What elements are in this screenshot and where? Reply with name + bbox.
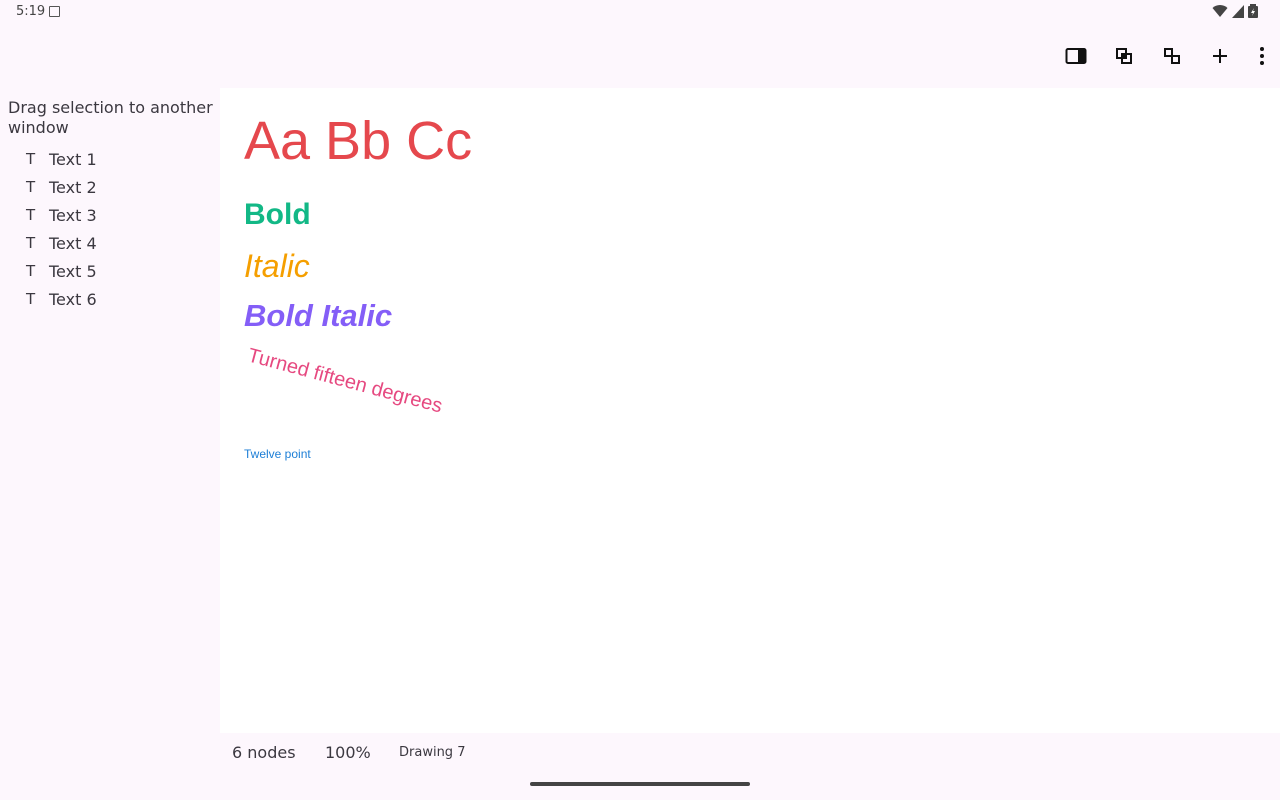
layers-sidebar: Drag selection to another window T Text … — [0, 88, 220, 733]
panel-toggle-button[interactable] — [1052, 36, 1100, 76]
text-node-icon: T — [26, 206, 36, 224]
node-label: Text 5 — [49, 261, 97, 281]
notification-icon — [49, 6, 60, 17]
more-options-button[interactable] — [1244, 36, 1280, 76]
add-button[interactable] — [1196, 36, 1244, 76]
canvas-text-4[interactable]: Bold Italic — [244, 298, 392, 334]
text-node-icon: T — [26, 150, 36, 168]
node-label: Text 2 — [49, 177, 97, 197]
panel-toggle-icon — [1065, 48, 1087, 64]
more-vert-icon — [1260, 47, 1264, 65]
node-list: T Text 1 T Text 2 T Text 3 T Text 4 T Te… — [0, 145, 220, 313]
gesture-home-bar[interactable] — [530, 782, 750, 786]
zoom-level[interactable]: 100% — [325, 743, 371, 762]
node-list-item-text-1[interactable]: T Text 1 — [0, 145, 220, 173]
drawing-canvas[interactable]: Aa Bb Cc Bold Italic Bold Italic Turned … — [220, 88, 1280, 733]
canvas-text-3[interactable]: Italic — [244, 248, 310, 285]
node-list-item-text-2[interactable]: T Text 2 — [0, 173, 220, 201]
wifi-icon — [1212, 5, 1228, 18]
canvas-text-2[interactable]: Bold — [244, 198, 311, 232]
group-button[interactable] — [1100, 36, 1148, 76]
ungroup-icon — [1164, 48, 1180, 64]
sidebar-hint: Drag selection to another window — [8, 98, 213, 137]
node-list-item-text-6[interactable]: T Text 6 — [0, 285, 220, 313]
ungroup-button[interactable] — [1148, 36, 1196, 76]
node-list-item-text-3[interactable]: T Text 3 — [0, 201, 220, 229]
drawing-name: Drawing 7 — [399, 745, 466, 760]
status-icons — [1212, 4, 1258, 18]
node-label: Text 4 — [49, 233, 97, 253]
text-node-icon: T — [26, 234, 36, 252]
add-icon — [1213, 49, 1227, 63]
canvas-text-1[interactable]: Aa Bb Cc — [244, 110, 472, 172]
text-node-icon: T — [26, 262, 36, 280]
canvas-text-6[interactable]: Twelve point — [244, 447, 311, 461]
node-count: 6 nodes — [232, 743, 296, 762]
text-node-icon: T — [26, 290, 36, 308]
status-bar: 5:19 — [0, 0, 1280, 24]
node-label: Text 1 — [49, 149, 97, 169]
battery-icon — [1248, 4, 1258, 18]
text-node-icon: T — [26, 178, 36, 196]
node-label: Text 3 — [49, 205, 97, 225]
canvas-text-5[interactable]: Turned fifteen degrees — [245, 344, 444, 418]
group-icon — [1116, 48, 1132, 64]
node-list-item-text-5[interactable]: T Text 5 — [0, 257, 220, 285]
node-label: Text 6 — [49, 289, 97, 309]
status-footer: 6 nodes 100% Drawing 7 — [220, 733, 1280, 773]
node-list-item-text-4[interactable]: T Text 4 — [0, 229, 220, 257]
signal-icon — [1232, 4, 1244, 18]
toolbar — [1052, 36, 1280, 76]
status-time: 5:19 — [16, 4, 46, 19]
